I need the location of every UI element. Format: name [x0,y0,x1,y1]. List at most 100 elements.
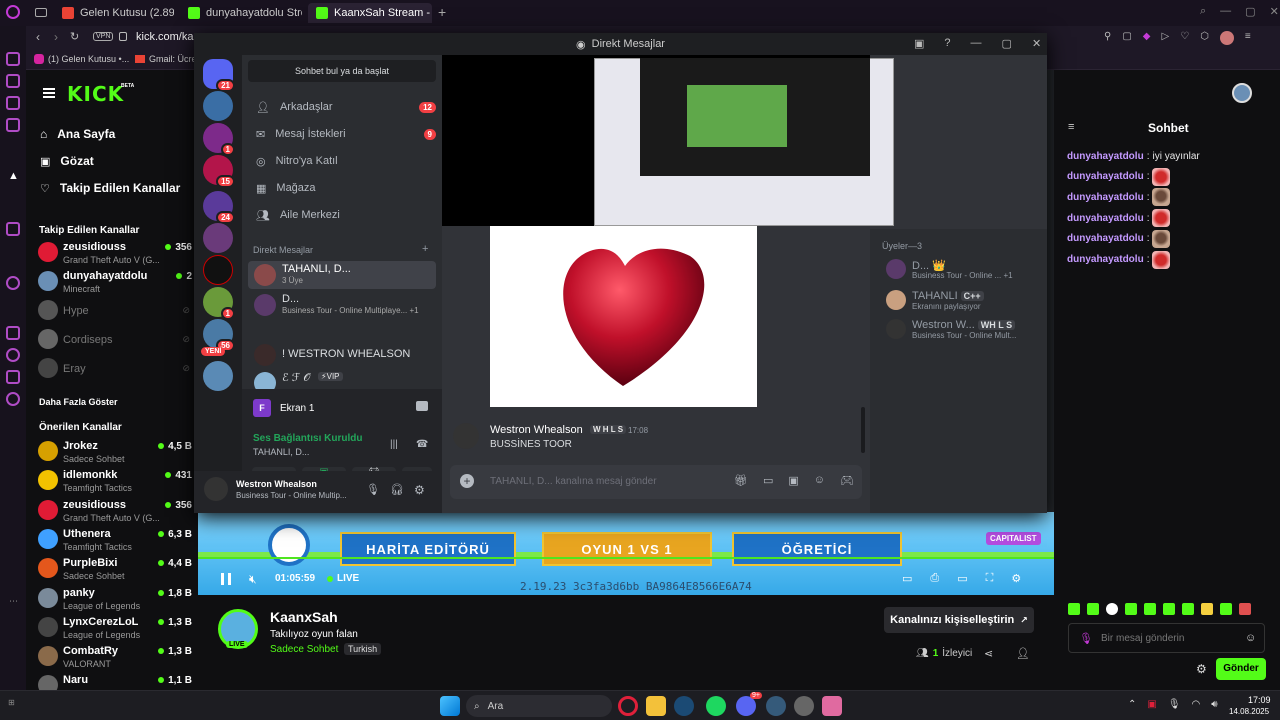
chat-username[interactable]: dunyahayatdolu [1067,254,1144,265]
server-icon[interactable] [203,255,233,285]
forward-icon[interactable]: › [54,30,58,44]
game-icon[interactable]: 🎮︎ [840,474,854,487]
pin-icon[interactable]: ⚲ [1104,31,1111,45]
pinboard-icon[interactable] [6,370,20,384]
disconnect-icon[interactable]: ☎ [416,439,428,450]
gif-icon[interactable]: ▭ [763,474,773,487]
pause-icon[interactable] [221,573,231,585]
opera-taskbar-icon[interactable] [618,696,638,716]
app-icon[interactable] [794,696,814,716]
dm-item[interactable]: TAHANLI, D... 3 Üye [248,261,436,289]
whatsapp-icon[interactable] [6,96,20,110]
chat-collapse-icon[interactable]: ≡ [1068,121,1074,133]
recommended-channel[interactable]: Jrokez Sadece Sohbet 4,5 B [36,439,194,467]
profile-avatar[interactable] [1232,83,1252,103]
aria-icon[interactable]: ▲ [8,170,19,182]
close-icon[interactable]: ✕ [1270,5,1279,19]
server-icon[interactable]: 15 [203,155,235,188]
chat-settings-icon[interactable]: ⚙ [1196,662,1207,676]
mic-icon[interactable]: 🎙︎ [366,483,380,496]
nav-browse[interactable]: ▣ Gözat [40,154,94,168]
emote-icon[interactable] [1068,603,1080,615]
server-icon[interactable]: 1 [203,123,235,156]
emoji-picker-icon[interactable]: ☺ [1245,632,1256,644]
stop-share-icon[interactable] [416,401,428,411]
twitch-icon[interactable] [6,222,20,236]
server-icon[interactable] [203,223,233,253]
chat-username[interactable]: dunyahayatdolu [1067,213,1144,224]
server-icon[interactable] [203,91,233,121]
tab-list-icon[interactable] [35,8,47,17]
chat-input[interactable]: 🎙︎ Bir mesaj gönderin ☺ [1068,623,1265,653]
discord-maximize-icon[interactable]: ▢ [1002,37,1012,50]
message-author[interactable]: Westron Whealson [490,424,583,436]
message-input[interactable]: + TAHANLI, D... kanalına mesaj gönder 🎁︎… [450,465,862,499]
sticker-icon[interactable]: ▣ [788,474,798,487]
taskbar-search[interactable]: ⌕ Ara [466,695,612,717]
recommended-channel[interactable]: PurpleBixi Sadece Sohbet 4,4 B [36,556,194,584]
settings-icon[interactable]: ⚙ [1011,572,1021,585]
bookmark-gmail[interactable]: Gmail: Ücret [135,54,199,64]
tutorial-button[interactable]: ÖĞRETİCİ [732,532,902,566]
chat-username[interactable]: dunyahayatdolu [1067,192,1144,203]
dm-search[interactable]: Sohbet bul ya da başlat [248,60,436,82]
followed-channel[interactable]: Eray ⊘ [36,356,194,384]
soundboard-icon[interactable]: ||| [390,439,398,450]
wallet-icon[interactable] [6,326,20,340]
headphones-icon[interactable]: 🎧︎ [390,483,404,496]
profile-icon[interactable] [1219,31,1234,45]
attach-icon[interactable]: + [460,474,474,488]
wifi-icon[interactable]: ◠ [1192,699,1201,710]
nav-home[interactable]: ⌂ Ana Sayfa [40,127,115,141]
language-tag[interactable]: Turkish [344,643,382,655]
dm-nitro[interactable]: ◎ Nitro'ya Katıl [248,148,436,174]
chat-username[interactable]: dunyahayatdolu [1067,151,1144,162]
player-progress[interactable] [198,557,1054,559]
emote-icon[interactable] [1220,603,1232,615]
server-icon[interactable] [203,361,233,391]
send-button[interactable]: Gönder [1216,658,1266,680]
emote-icon[interactable] [1087,603,1099,615]
minimize-icon[interactable]: — [1220,5,1231,19]
chat-username[interactable]: dunyahayatdolu [1067,233,1144,244]
settings-sidebar-icon[interactable] [6,392,20,406]
emote-icon[interactable] [1144,603,1156,615]
clock-date[interactable]: 14.08.2025 [1229,707,1269,716]
dm-item[interactable]: D... Business Tour - Online Multiplaye...… [248,291,436,319]
instagram-sidebar-icon[interactable] [6,74,20,88]
volume-icon[interactable]: 🔊︎ [1211,699,1217,710]
recommended-channel[interactable]: Naru 1,1 B [36,673,194,690]
streamer-name[interactable]: KaanxSah [270,609,338,625]
heart-icon[interactable]: ♡ [1180,31,1189,45]
dm-requests[interactable]: ✉ Mesaj İstekleri 9 [248,121,436,147]
tray-app-icon[interactable]: ▣ [1147,699,1156,710]
emote-icon[interactable] [1182,603,1194,615]
tab-kaanxsah[interactable]: KaanxSah Stream - Watch [308,3,432,23]
back-icon[interactable]: ‹ [36,30,40,44]
follow-user-icon[interactable]: 👤︎ [1016,647,1030,660]
shield-icon[interactable]: ◆ [1143,31,1151,45]
followed-channel[interactable]: zeusidiouss Grand Theft Auto V (G... 356 [36,240,194,268]
one-vs-one-button[interactable]: OYUN 1 VS 1 [542,532,712,566]
clip-icon[interactable]: ⎙ [930,572,939,585]
recommended-channel[interactable]: CombatRy VALORANT 1,3 B [36,644,194,672]
mic-tray-icon[interactable]: 🎙︎ [1168,699,1181,710]
history-icon[interactable] [6,348,20,362]
extensions-icon[interactable]: ⬡ [1200,31,1209,45]
user-panel[interactable]: Westron Whealson Business Tour - Online … [194,471,442,513]
vpn-badge[interactable]: VPN [93,32,114,41]
recommended-channel[interactable]: LynxCerezLoL League of Legends 1,3 B [36,615,194,643]
app-icon[interactable] [766,696,786,716]
followed-channel[interactable]: Cordiseps ⊘ [36,327,194,355]
clock-time[interactable]: 17:09 [1248,695,1271,705]
followed-channel[interactable]: dunyahayatdolu Minecraft 2 [36,269,194,297]
show-more-link[interactable]: Daha Fazla Göster [39,397,118,407]
mic-icon[interactable]: 🎙︎ [1079,632,1093,645]
discord-minimize-icon[interactable]: — [971,37,982,50]
fullscreen-icon[interactable]: ⛶ [986,572,994,585]
expand-tray-icon[interactable]: ⊞ [8,698,15,707]
music-icon[interactable] [6,118,20,132]
folder-icon[interactable] [646,696,666,716]
hamburger-icon[interactable] [43,88,55,98]
scrollbar[interactable] [861,407,865,453]
